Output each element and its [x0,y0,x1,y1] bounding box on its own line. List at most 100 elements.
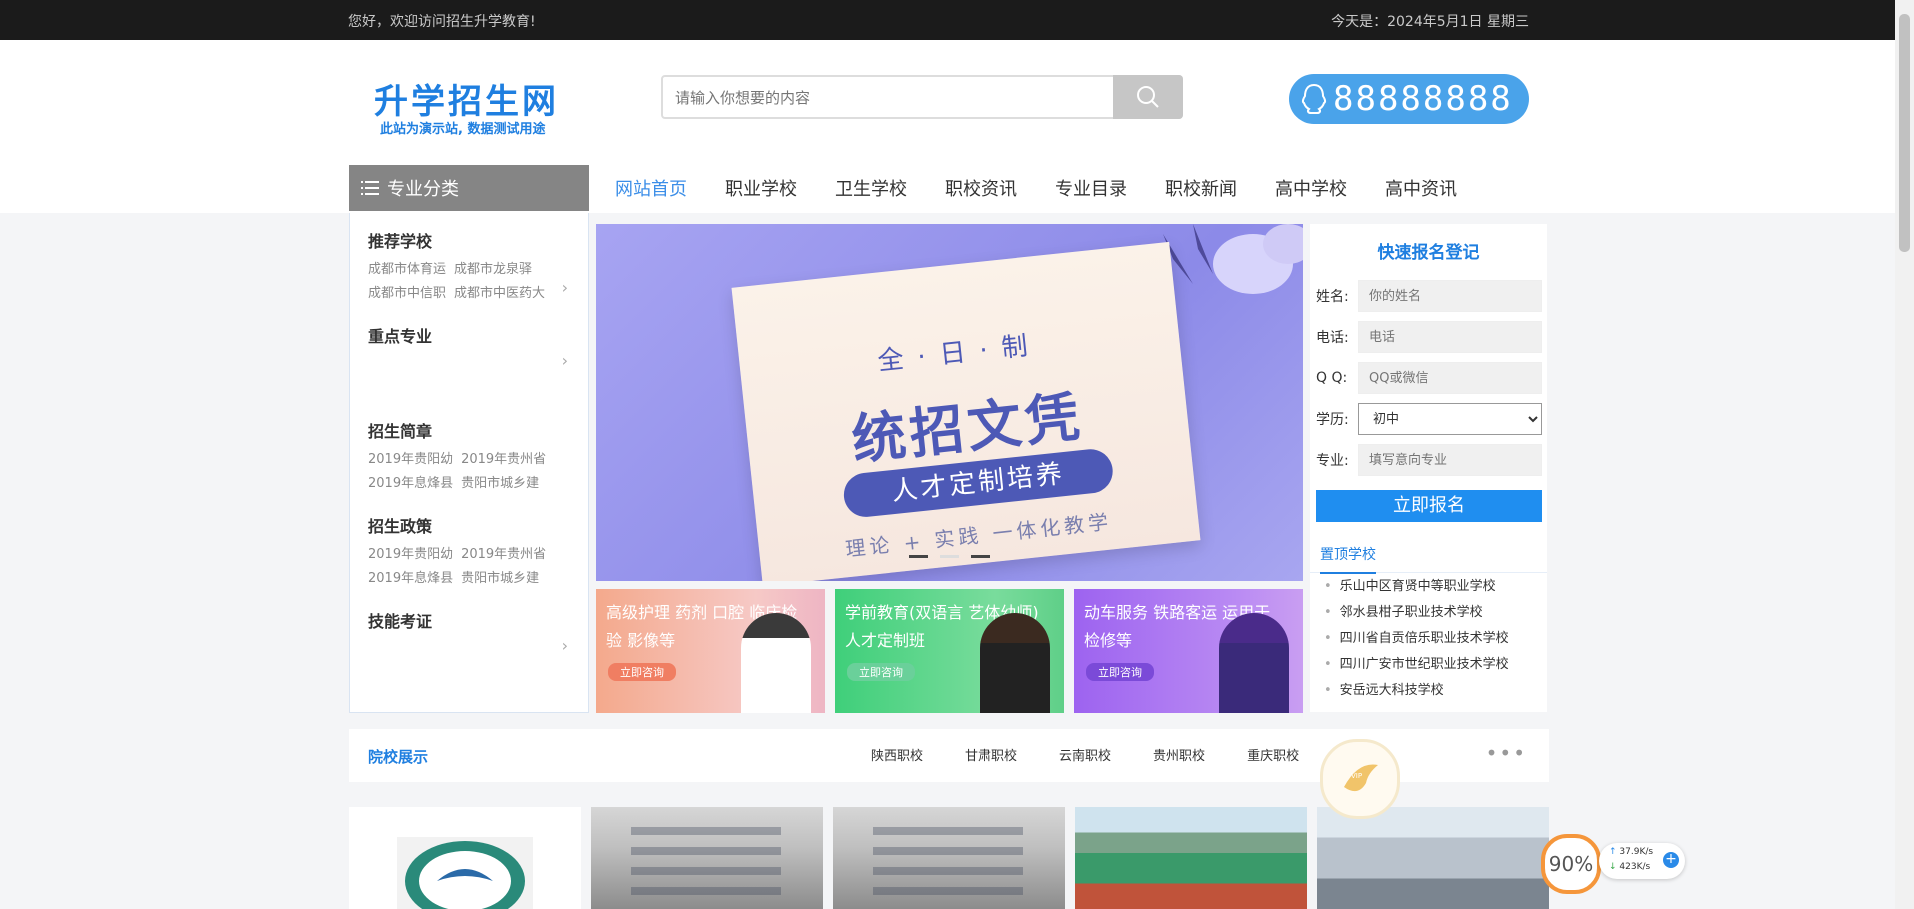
sidebar-title[interactable]: 技能考证 [368,608,578,632]
hero-banner[interactable]: 全·日·制 统招文凭 人才定制培养 理论 + 实践 一体化教学 [596,224,1303,581]
site-logo-title[interactable]: 升学招生网 [374,74,559,123]
sidebar-link[interactable]: 贵阳市城乡建 [461,571,539,586]
sidebar-section: 招生简章 2019年贵阳幼 2019年贵州省 2019年息烽县 贵阳市城乡建 [368,418,578,496]
usage-ring: 90% [1541,834,1601,894]
down-arrow-icon: ↓ [1609,862,1617,872]
chevron-right-icon[interactable]: › [562,351,568,370]
sidebar-link[interactable]: 2019年息烽县 [368,571,453,586]
list-item[interactable]: 安岳远大科技学校 [1324,678,1509,704]
hotline-badge[interactable]: 88888888 [1289,74,1529,124]
tab-guizhou[interactable]: 贵州职校 [1153,745,1205,764]
category-menu-button[interactable]: 专业分类 [349,165,589,211]
promo-tile-preschool[interactable]: 学前教育(双语言 艺体幼师) 人才定制班 立即咨询 [835,589,1064,713]
promo-tile-railway[interactable]: 动车服务 铁路客运 运用于检修等 立即咨询 [1074,589,1303,713]
nav-item-high-school-news[interactable]: 高中资讯 [1385,175,1465,201]
tab-chongqing[interactable]: 重庆职校 [1247,745,1299,764]
school-thumbnail[interactable] [1075,807,1307,909]
list-item[interactable]: 乐山中区育贤中等职业学校 [1324,574,1509,600]
education-select[interactable]: 初中 [1358,403,1542,435]
teacher-figure [980,613,1050,713]
banner-card: 全·日·制 统招文凭 人才定制培养 理论 + 实践 一体化教学 [731,241,1201,581]
chevron-right-icon[interactable]: › [562,278,568,297]
sidebar-link[interactable]: 成都市龙泉驿 [454,262,532,277]
top-schools-tabbar: 置顶学校 [1310,534,1547,574]
tab-top-schools[interactable]: 置顶学校 [1320,544,1376,574]
scrollbar-thumb[interactable] [1899,14,1910,252]
list-item[interactable]: 邻水县柑子职业技术学校 [1324,600,1509,626]
list-item[interactable]: 四川广安市世纪职业技术学校 [1324,652,1509,678]
sidebar-link[interactable]: 成都市体育运 [368,262,446,277]
search-button[interactable] [1113,75,1183,119]
consult-button[interactable]: 立即咨询 [608,663,676,681]
sidebar-link[interactable]: 成都市中信职 [368,286,446,301]
vip-label: VIP [1351,772,1363,780]
network-speed-widget[interactable]: 90% ↑ 37.9K/s ↓ 423K/s + [1541,834,1687,894]
sidebar-link[interactable]: 2019年贵州省 [461,547,546,562]
attendant-figure [1219,613,1289,713]
sidebar-link[interactable]: 2019年贵阳幼 [368,452,453,467]
phone-label: 电话: [1316,330,1349,346]
sidebar-title[interactable]: 招生简章 [368,418,578,442]
sidebar-link[interactable]: 2019年息烽县 [368,476,453,491]
carousel-dot[interactable] [940,555,959,558]
category-label: 专业分类 [387,179,459,200]
main-nav: 网站首页 职业学校 卫生学校 职校资讯 专业目录 职校新闻 高中学校 高中资讯 [595,165,1475,211]
more-icon[interactable]: ••• [1486,741,1527,765]
sidebar-section: 推荐学校 成都市体育运 成都市龙泉驿 成都市中信职 成都市中医药大 › [368,228,578,306]
top-bar: 您好，欢迎访问招生升学教育! 今天是：2024年5月1日 星期三 [0,0,1914,40]
phone-field[interactable] [1358,321,1542,353]
promo-tile-nursing[interactable]: 高级护理 药剂 口腔 临床检验 影像等 立即咨询 [596,589,825,713]
speed-readout: ↑ 37.9K/s ↓ 423K/s + [1599,843,1685,879]
nav-item-vocational[interactable]: 职业学校 [725,175,805,201]
sidebar-link[interactable]: 2019年贵阳幼 [368,547,453,562]
quick-signup-form: 快速报名登记 姓名: 电话: Q Q: 学历:初中 专业: 立即报名 置顶学校 … [1310,224,1547,712]
carousel-dot[interactable] [971,555,990,558]
site-logo-subtitle: 此站为演示站, 数据测试用途 [380,122,546,137]
sidebar-title[interactable]: 推荐学校 [368,228,578,252]
nav-item-high-school[interactable]: 高中学校 [1275,175,1355,201]
education-label: 学历: [1316,412,1349,428]
tab-shaanxi[interactable]: 陕西职校 [871,745,923,764]
sidebar-title[interactable]: 招生政策 [368,513,578,537]
plus-icon[interactable]: + [1663,852,1679,868]
name-field[interactable] [1358,280,1542,312]
consult-button[interactable]: 立即咨询 [1086,663,1154,681]
tab-gansu[interactable]: 甘肃职校 [965,745,1017,764]
sidebar-link[interactable]: 2019年贵州省 [461,452,546,467]
nav-item-majors[interactable]: 专业目录 [1055,175,1135,201]
showcase-tabs: 陕西职校 甘肃职校 云南职校 贵州职校 重庆职校 [871,745,1341,764]
school-thumbnail[interactable] [349,807,581,909]
signup-submit-button[interactable]: 立即报名 [1316,490,1542,522]
hotline-number: 88888888 [1333,79,1513,119]
sidebar-section: 招生政策 2019年贵阳幼 2019年贵州省 2019年息烽县 贵阳市城乡建 [368,513,578,591]
qq-field[interactable] [1358,362,1542,394]
chevron-right-icon[interactable]: › [562,636,568,655]
carousel-dot[interactable] [909,555,928,558]
school-emblem-image [397,837,533,909]
school-thumbnail[interactable] [1317,807,1549,909]
sidebar-title[interactable]: 重点专业 [368,323,578,347]
date-text: 今天是：2024年5月1日 星期三 [1331,14,1529,30]
nav-item-home[interactable]: 网站首页 [615,175,695,201]
consult-button[interactable]: 立即咨询 [847,663,915,681]
search-icon [1137,86,1159,108]
nav-item-school-news[interactable]: 职校新闻 [1165,175,1245,201]
nav-item-health[interactable]: 卫生学校 [835,175,915,201]
major-label: 专业: [1316,453,1349,469]
nav-item-news-info[interactable]: 职校资讯 [945,175,1025,201]
school-thumbnail[interactable] [833,807,1065,909]
tab-yunnan[interactable]: 云南职校 [1059,745,1111,764]
sidebar-section: 技能考证 › [368,608,578,655]
search-input[interactable] [673,77,1077,119]
list-item[interactable]: 四川省自贡倍乐职业技术学校 [1324,626,1509,652]
sidebar-link[interactable]: 贵阳市城乡建 [461,476,539,491]
major-field[interactable] [1358,444,1542,476]
carousel-dots [909,555,990,558]
nurse-figure [741,613,811,713]
sidebar-section: 重点专业 › [368,323,578,370]
name-label: 姓名: [1316,289,1349,305]
sidebar-link[interactable]: 成都市中医药大 [454,286,545,301]
vip-badge[interactable]: VIP [1320,739,1400,819]
up-arrow-icon: ↑ [1609,847,1617,857]
school-thumbnail[interactable] [591,807,823,909]
